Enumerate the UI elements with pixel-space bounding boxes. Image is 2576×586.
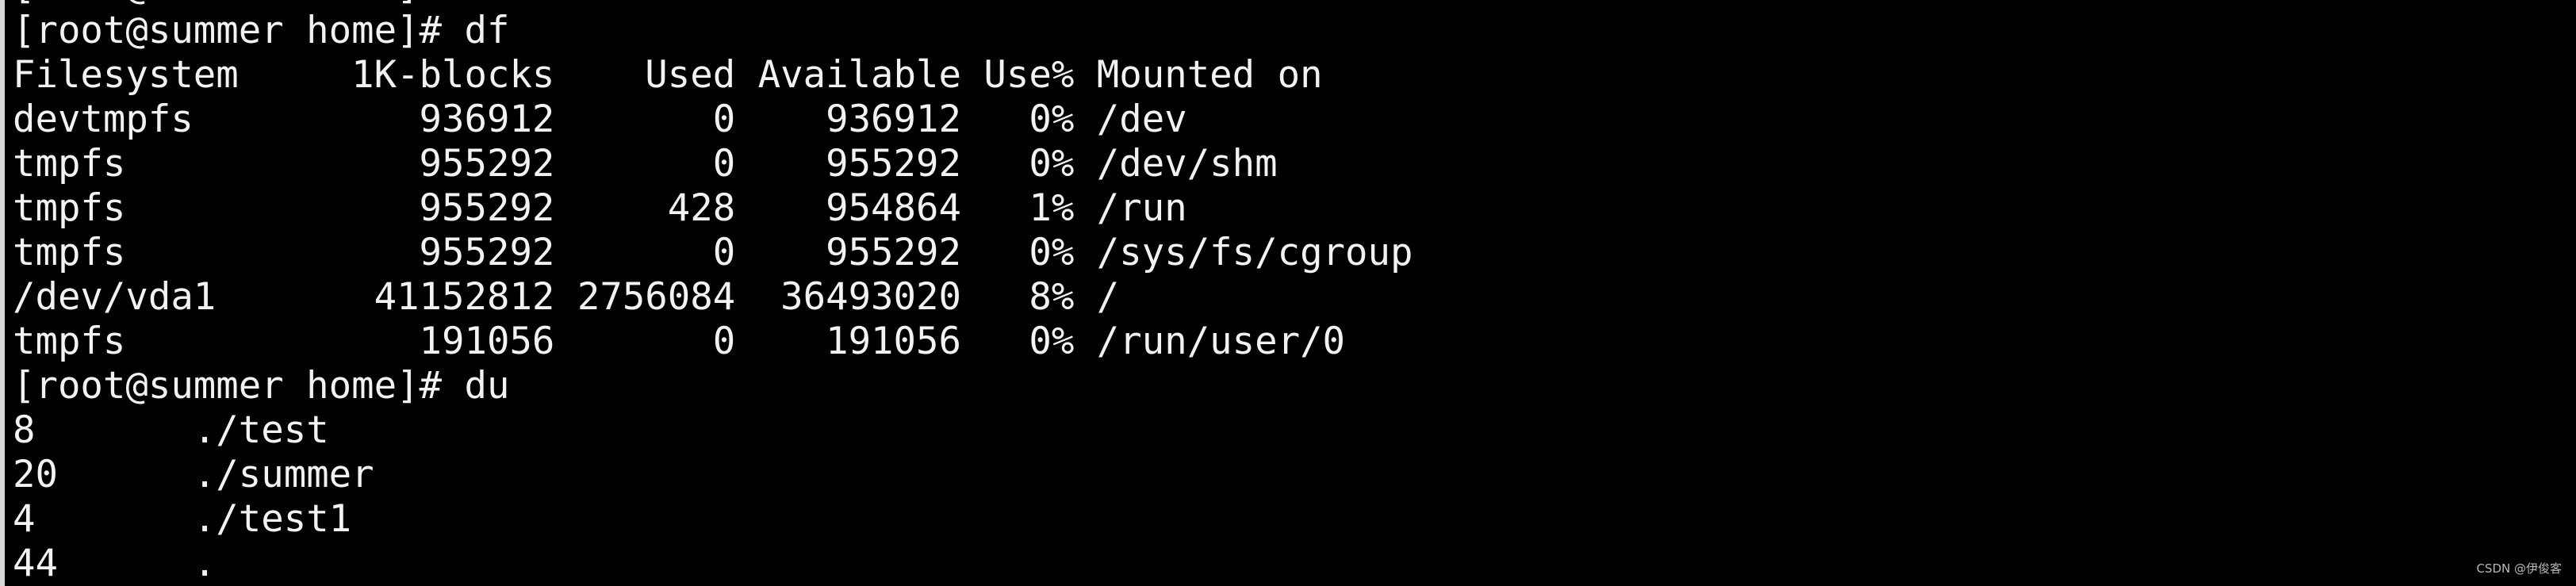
du-row: 44 . — [13, 542, 217, 585]
watermark: CSDN @伊俊客 — [2476, 561, 2562, 576]
df-row: tmpfs 955292 428 954864 1% /run — [13, 186, 1187, 230]
df-row: tmpfs 191056 0 191056 0% /run/user/0 — [13, 320, 1346, 363]
df-row: tmpfs 955292 0 955292 0% /sys/fs/cgroup — [13, 231, 1413, 274]
terminal-line-prompt-du: [root@summer home]# du — [13, 364, 510, 408]
du-row: 8 ./test — [13, 408, 329, 452]
terminal-output[interactable]: [root@summer home]#[root@summer home]# d… — [13, 0, 1413, 586]
window-left-border — [0, 0, 5, 586]
du-row: 20 ./summer — [13, 453, 374, 496]
df-header: Filesystem 1K-blocks Used Available Use%… — [13, 53, 1323, 97]
terminal-line-prompt: [root@summer home]# — [13, 0, 1413, 9]
terminal-line-prompt-df: [root@summer home]# df — [13, 9, 510, 52]
df-row: tmpfs 955292 0 955292 0% /dev/shm — [13, 142, 1278, 186]
du-row: 4 ./test1 — [13, 497, 352, 541]
df-row: /dev/vda1 41152812 2756084 36493020 8% / — [13, 275, 1120, 319]
df-row: devtmpfs 936912 0 936912 0% /dev — [13, 98, 1187, 141]
